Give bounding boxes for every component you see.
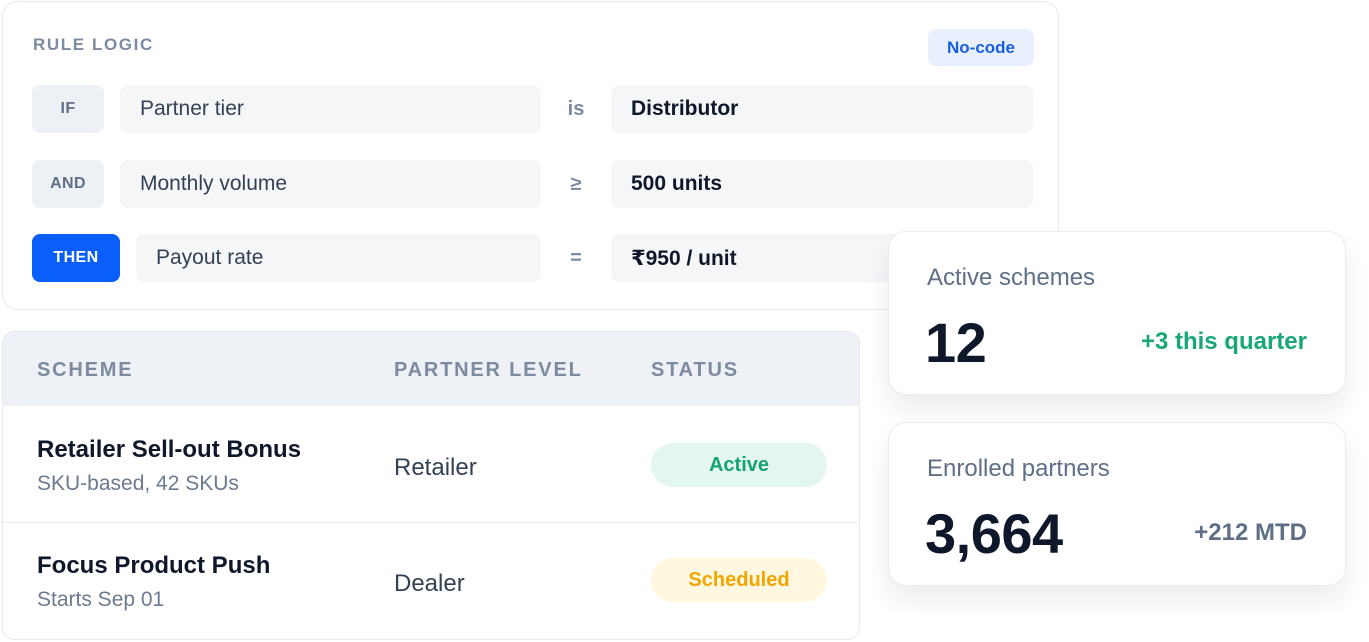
rule-value-input[interactable]: Distributor [611, 85, 1033, 133]
column-header-scheme[interactable]: SCHEME [37, 359, 133, 382]
rule-row-if: IF Partner tier is Distributor [3, 85, 1058, 134]
table-row[interactable]: Focus Product Push Starts Sep 01 Dealer … [3, 523, 859, 639]
stat-delta: +212 MTD [1194, 519, 1307, 546]
rule-operator[interactable]: ≥ [548, 160, 604, 208]
column-header-partner-level[interactable]: PARTNER LEVEL [394, 359, 583, 382]
table-row[interactable]: Retailer Sell-out Bonus SKU-based, 42 SK… [3, 406, 859, 523]
rule-field-select[interactable]: Partner tier [120, 85, 541, 133]
rule-keyword-then[interactable]: THEN [32, 234, 120, 282]
rule-field-select[interactable]: Payout rate [136, 234, 541, 282]
stat-label: Enrolled partners [927, 455, 1110, 482]
rule-row-and: AND Monthly volume ≥ 500 units [3, 160, 1058, 209]
stat-value: 12 [925, 311, 987, 374]
rule-operator[interactable]: = [548, 234, 604, 282]
scheme-detail: Starts Sep 01 [37, 588, 165, 611]
rule-keyword-and[interactable]: AND [32, 160, 104, 208]
schemes-table: SCHEME PARTNER LEVEL STATUS Retailer Sel… [2, 331, 860, 640]
stat-value: 3,664 [925, 502, 1063, 565]
stat-label: Active schemes [927, 264, 1096, 291]
active-schemes-card: Active schemes 12 +3 this quarter [888, 231, 1346, 395]
table-header: SCHEME PARTNER LEVEL STATUS [3, 332, 859, 406]
rule-logic-heading: RULE LOGIC [33, 35, 154, 54]
status-badge-active: Active [651, 443, 827, 487]
dashboard: RULE LOGIC No-code IF Partner tier is Di… [0, 0, 1369, 642]
rule-value-input[interactable]: 500 units [611, 160, 1033, 208]
column-header-status[interactable]: STATUS [651, 359, 739, 382]
partner-level: Dealer [394, 570, 465, 597]
rule-keyword-if[interactable]: IF [32, 85, 104, 133]
scheme-name: Focus Product Push [37, 552, 271, 579]
rule-operator[interactable]: is [548, 85, 604, 133]
scheme-name: Retailer Sell-out Bonus [37, 436, 302, 463]
rule-field-select[interactable]: Monthly volume [120, 160, 541, 208]
scheme-detail: SKU-based, 42 SKUs [37, 472, 239, 495]
status-badge-scheduled: Scheduled [651, 558, 827, 602]
no-code-badge: No-code [928, 29, 1034, 66]
enrolled-partners-card: Enrolled partners 3,664 +212 MTD [888, 422, 1346, 586]
partner-level: Retailer [394, 454, 477, 481]
stat-delta: +3 this quarter [1140, 328, 1307, 355]
